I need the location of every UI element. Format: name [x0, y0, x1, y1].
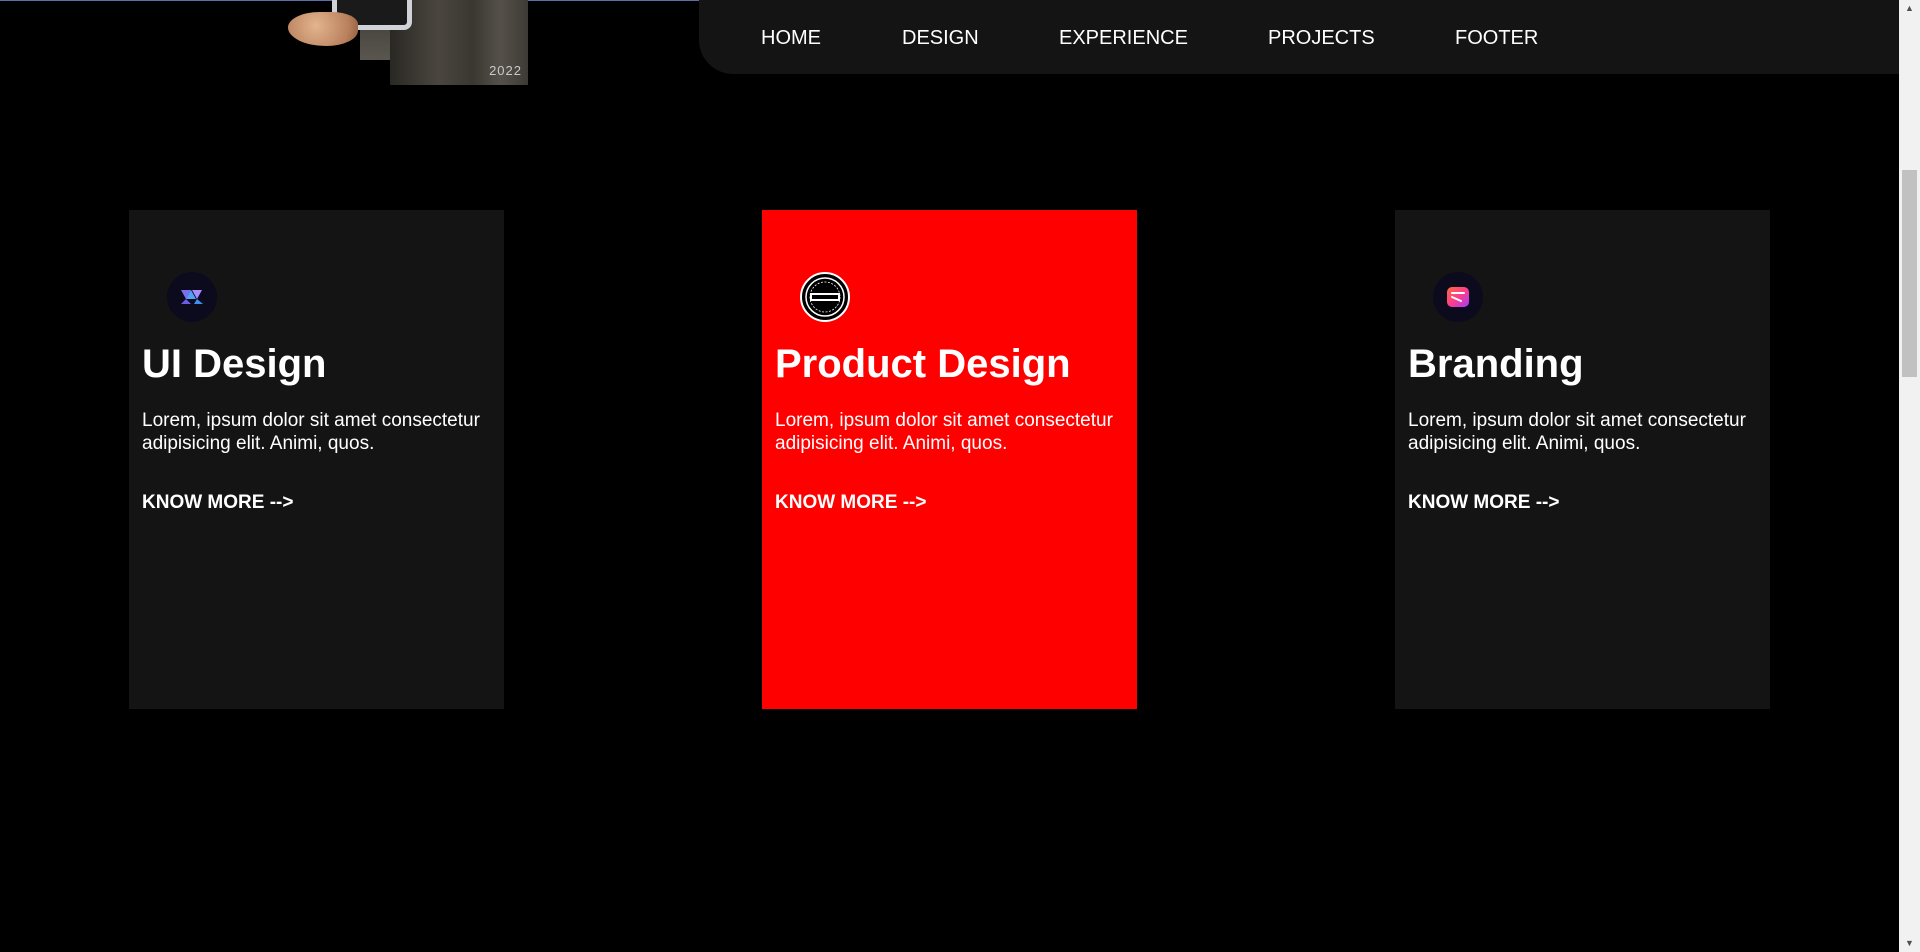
nav-item-design[interactable]: DESIGN: [902, 26, 979, 50]
card-title: Branding: [1408, 342, 1584, 386]
hero-photo-hand: [288, 12, 358, 46]
card-title: Product Design: [775, 342, 1071, 386]
know-more-link[interactable]: KNOW MORE -->: [142, 491, 293, 514]
scroll-up-arrow-icon[interactable]: ▲: [1899, 0, 1920, 17]
scroll-down-arrow-icon[interactable]: ▼: [1899, 935, 1920, 952]
service-card-product-design: Product Design Lorem, ipsum dolor sit am…: [762, 210, 1137, 709]
know-more-link[interactable]: KNOW MORE -->: [1408, 491, 1559, 514]
vertical-scrollbar[interactable]: ▲ ▼: [1899, 0, 1920, 952]
hero-photo: 2022: [270, 0, 528, 85]
nav-item-home[interactable]: HOME: [761, 26, 821, 50]
ui-design-logo-icon: [167, 272, 217, 322]
scrollbar-thumb[interactable]: [1902, 170, 1917, 377]
page: 2022 HOME DESIGN EXPERIENCE PROJECTS FOO…: [0, 0, 1920, 952]
main-nav: HOME DESIGN EXPERIENCE PROJECTS FOOTER: [699, 0, 1899, 74]
service-card-branding: Branding Lorem, ipsum dolor sit amet con…: [1395, 210, 1770, 709]
card-description: Lorem, ipsum dolor sit amet consectetur …: [775, 410, 1113, 454]
card-description: Lorem, ipsum dolor sit amet consectetur …: [1408, 410, 1746, 454]
nav-item-footer[interactable]: FOOTER: [1455, 26, 1538, 50]
service-card-ui-design: UI Design Lorem, ipsum dolor sit amet co…: [129, 210, 504, 709]
organic-badge-logo-icon: [800, 272, 850, 322]
branding-logo-icon: [1433, 272, 1483, 322]
card-description: Lorem, ipsum dolor sit amet consectetur …: [142, 410, 480, 454]
nav-item-experience[interactable]: EXPERIENCE: [1059, 26, 1188, 50]
hero-year: 2022: [489, 63, 522, 78]
know-more-link[interactable]: KNOW MORE -->: [775, 491, 926, 514]
nav-item-projects[interactable]: PROJECTS: [1268, 26, 1375, 50]
card-title: UI Design: [142, 342, 327, 386]
